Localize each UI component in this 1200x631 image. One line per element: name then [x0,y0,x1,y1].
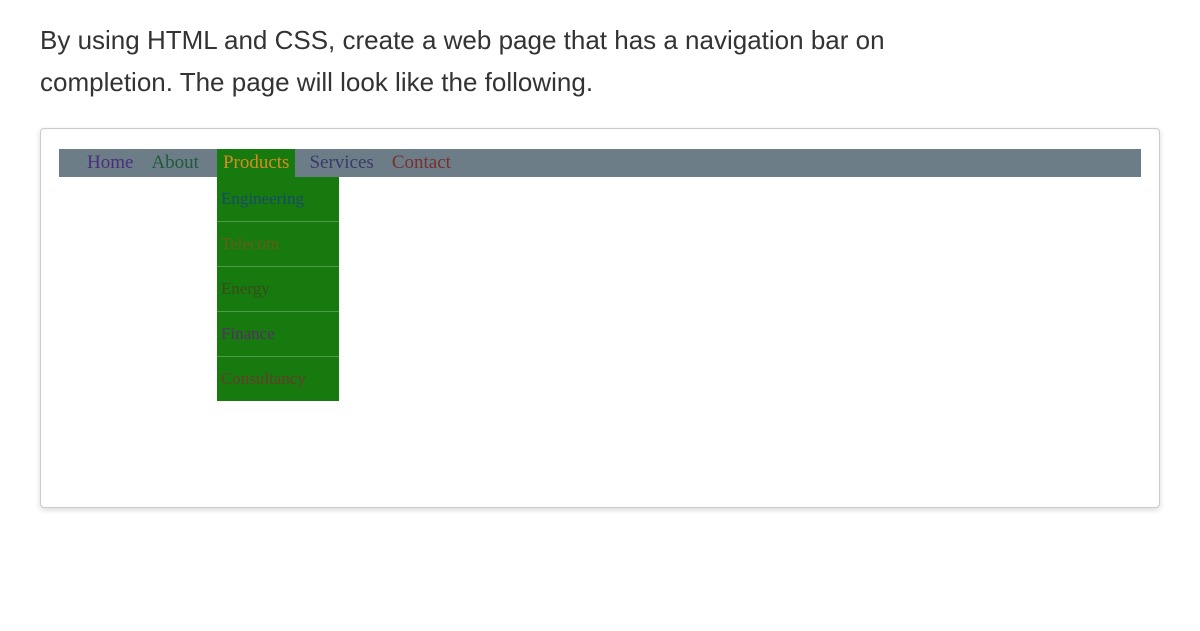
nav-services[interactable]: Services [309,152,373,174]
dropdown-finance[interactable]: Finance [217,312,339,357]
nav-home[interactable]: Home [87,152,133,174]
preview-container: Home About Products Engineering Telecom … [40,128,1160,508]
dropdown-energy[interactable]: Energy [217,267,339,312]
navigation-bar: Home About Products Engineering Telecom … [59,149,1141,177]
dropdown-consultancy[interactable]: Consultancy [217,357,339,401]
nav-contact[interactable]: Contact [392,152,451,174]
instruction-line2: completion. The page will look like the … [40,67,593,97]
nav-products-label: Products [223,152,290,174]
nav-products[interactable]: Products Engineering Telecom Energy Fina… [217,149,296,177]
instruction-line1: By using HTML and CSS, create a web page… [40,25,885,55]
dropdown-engineering[interactable]: Engineering [217,177,339,222]
instruction-text: By using HTML and CSS, create a web page… [40,20,1160,103]
dropdown-telecom[interactable]: Telecom [217,222,339,267]
nav-about[interactable]: About [151,152,199,174]
products-dropdown: Engineering Telecom Energy Finance Consu… [217,177,339,401]
